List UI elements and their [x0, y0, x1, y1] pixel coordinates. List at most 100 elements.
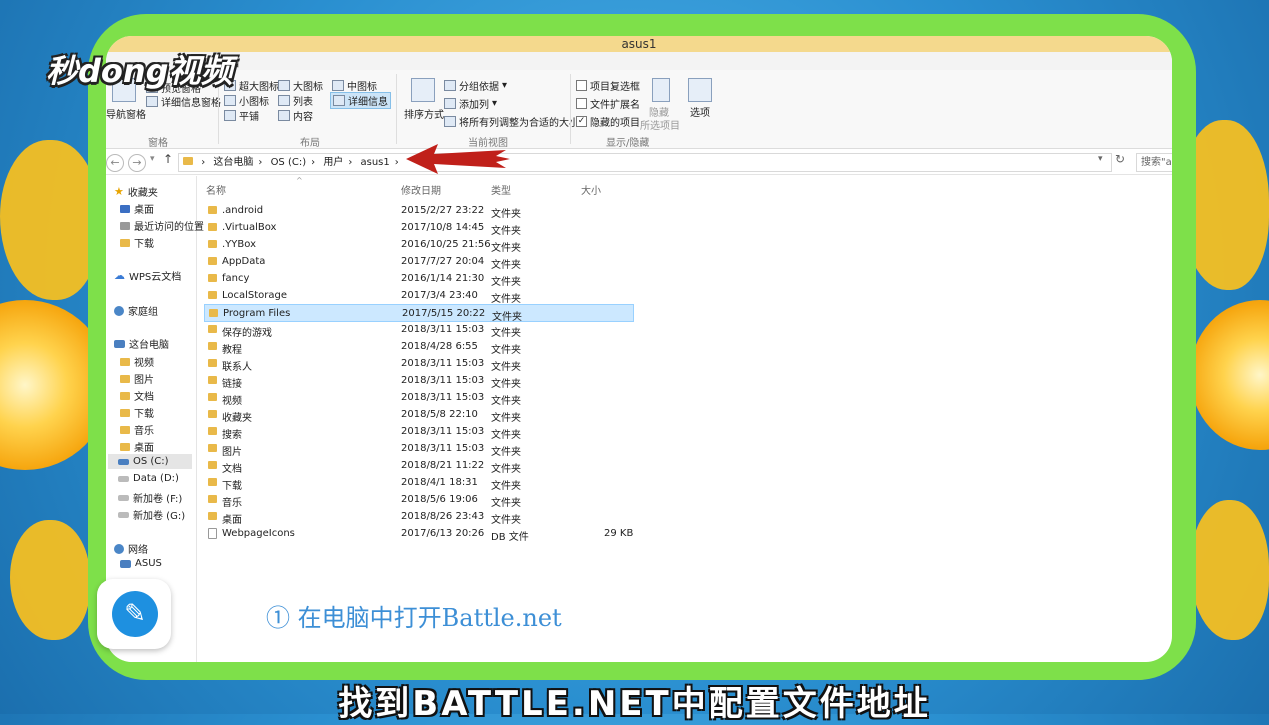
size-all-columns-button[interactable]: 将所有列调整为合适的大小 — [444, 114, 579, 129]
file-extensions-toggle[interactable]: 文件扩展名 — [576, 96, 640, 111]
table-row[interactable]: 音乐 2018/5/6 19:06 文件夹 — [204, 491, 632, 509]
cell-type: 文件夹 — [491, 226, 521, 237]
refresh-icon[interactable]: ↻ — [1115, 152, 1125, 166]
table-row[interactable]: Program Files 2017/5/15 20:22 文件夹 — [204, 304, 634, 323]
nav-pc-documents[interactable]: 文档 — [120, 388, 154, 403]
table-row[interactable]: .android 2015/2/27 23:22 文件夹 — [204, 202, 632, 220]
cell-date: 2018/5/8 22:10 — [401, 409, 478, 420]
orange-slice-right — [1190, 300, 1269, 450]
sort-by-icon[interactable] — [411, 78, 435, 102]
table-row[interactable]: .VirtualBox 2017/10/8 14:45 文件夹 — [204, 219, 632, 237]
juice-splash-bottom-right — [1190, 500, 1269, 640]
table-row[interactable]: 链接 2018/3/11 15:03 文件夹 — [204, 372, 632, 390]
details-pane-button[interactable]: 详细信息窗格 — [146, 94, 221, 109]
small-icons-icon — [224, 95, 236, 106]
downloads-icon — [120, 238, 130, 247]
nav-network-asus[interactable]: ASUS — [120, 558, 162, 569]
downloads-icon — [120, 408, 130, 417]
nav-fav-recent[interactable]: 最近访问的位置 — [120, 218, 204, 233]
edit-badge: ✎ — [97, 579, 171, 649]
table-row[interactable]: 搜索 2018/3/11 15:03 文件夹 — [204, 423, 632, 441]
cell-type: 文件夹 — [491, 481, 521, 492]
folder-icon — [208, 206, 217, 214]
nav-drive-g[interactable]: 新加卷 (G:) — [118, 507, 185, 522]
column-type[interactable]: 类型 — [491, 182, 511, 197]
cell-size: 29 KB — [604, 528, 634, 539]
column-name[interactable]: 名称 — [206, 182, 226, 197]
cell-type: 文件夹 — [491, 464, 521, 475]
nav-drive-c[interactable]: OS (C:) — [108, 454, 192, 469]
cell-date: 2016/1/14 21:30 — [401, 273, 485, 284]
search-input[interactable]: 搜索"as — [1136, 153, 1172, 172]
crumb-drive[interactable]: OS (C:) — [271, 157, 307, 168]
recent-dropdown-icon[interactable]: ▾ — [150, 154, 155, 164]
column-date[interactable]: 修改日期 — [401, 182, 441, 197]
options-button[interactable]: 选项 — [690, 104, 710, 119]
navigation-pane-button[interactable]: 导航窗格 — [106, 106, 146, 121]
nav-favorites[interactable]: ★ 收藏夹 — [114, 184, 158, 199]
options-icon[interactable] — [688, 78, 712, 102]
cell-type: 文件夹 — [491, 209, 521, 220]
hide-selected-label[interactable]: 所选项目 — [640, 117, 680, 132]
back-button[interactable]: ← — [106, 154, 124, 172]
nav-pc-downloads[interactable]: 下载 — [120, 405, 154, 420]
nav-wps-cloud[interactable]: ☁ WPS云文档 — [114, 268, 181, 283]
crumb-asus1[interactable]: asus1 — [361, 157, 390, 168]
nav-pc-desktop[interactable]: 桌面 — [120, 439, 154, 454]
group-by-button[interactable]: 分组依据 ▾ — [444, 78, 507, 93]
table-row[interactable]: 视频 2018/3/11 15:03 文件夹 — [204, 389, 632, 407]
nav-pc-videos[interactable]: 视频 — [120, 354, 154, 369]
table-row[interactable]: 图片 2018/3/11 15:03 文件夹 — [204, 440, 632, 458]
table-row[interactable]: AppData 2017/7/27 20:04 文件夹 — [204, 253, 632, 271]
folder-icon — [208, 325, 217, 333]
layout-medium-icons[interactable]: 中图标 — [332, 78, 377, 93]
nav-drive-d[interactable]: Data (D:) — [118, 473, 179, 484]
cell-date: 2018/4/1 18:31 — [401, 477, 478, 488]
layout-small-icons[interactable]: 小图标 — [224, 93, 269, 108]
pictures-icon — [120, 374, 130, 383]
forward-button[interactable]: → — [128, 154, 146, 172]
address-bar[interactable]: › 这台电脑 › OS (C:) › 用户 › asus1 › — [178, 153, 1112, 172]
nav-fav-downloads[interactable]: 下载 — [120, 235, 154, 250]
hide-selected-icon[interactable] — [652, 78, 670, 102]
nav-thispc[interactable]: 这台电脑 — [114, 336, 169, 351]
cell-name: 搜索 — [222, 430, 242, 441]
layout-content[interactable]: 内容 — [278, 108, 313, 123]
column-size[interactable]: 大小 — [581, 182, 601, 197]
table-row[interactable]: 桌面 2018/8/26 23:43 文件夹 — [204, 508, 632, 526]
nav-pc-music[interactable]: 音乐 — [120, 422, 154, 437]
cell-name: 链接 — [222, 379, 242, 390]
table-row[interactable]: 文档 2018/8/21 11:22 文件夹 — [204, 457, 632, 475]
table-row[interactable]: 收藏夹 2018/5/8 22:10 文件夹 — [204, 406, 632, 424]
item-checkboxes-toggle[interactable]: 项目复选框 — [576, 78, 640, 93]
drive-icon — [118, 511, 129, 518]
table-row[interactable]: LocalStorage 2017/3/4 23:40 文件夹 — [204, 287, 632, 305]
up-arrow-icon[interactable]: ↑ — [163, 152, 173, 166]
layout-tiles[interactable]: 平铺 — [224, 108, 259, 123]
nav-homegroup[interactable]: 家庭组 — [114, 303, 158, 318]
layout-large-icons[interactable]: 大图标 — [278, 78, 323, 93]
table-row[interactable]: 保存的游戏 2018/3/11 15:03 文件夹 — [204, 321, 632, 339]
checkbox-checked-icon: ✓ — [576, 116, 587, 127]
address-dropdown-icon[interactable]: ▾ — [1098, 154, 1103, 164]
table-row[interactable]: 联系人 2018/3/11 15:03 文件夹 — [204, 355, 632, 373]
add-columns-button[interactable]: 添加列 ▾ — [444, 96, 497, 111]
cell-date: 2017/7/27 20:04 — [401, 256, 485, 267]
table-row[interactable]: .YYBox 2016/10/25 21:56 文件夹 — [204, 236, 632, 254]
table-row[interactable]: 教程 2018/4/28 6:55 文件夹 — [204, 338, 632, 356]
hidden-items-toggle[interactable]: ✓ 隐藏的项目 — [576, 114, 640, 129]
sort-by-button[interactable]: 排序方式 — [404, 106, 444, 121]
details-pane-icon — [146, 96, 158, 107]
nav-pc-pictures[interactable]: 图片 — [120, 371, 154, 386]
crumb-users[interactable]: 用户 — [323, 157, 343, 168]
nav-drive-f[interactable]: 新加卷 (F:) — [118, 490, 182, 505]
nav-fav-desktop[interactable]: 桌面 — [120, 201, 154, 216]
table-row[interactable]: fancy 2016/1/14 21:30 文件夹 — [204, 270, 632, 288]
layout-details[interactable]: 详细信息 — [330, 92, 391, 109]
table-row[interactable]: WebpageIcons 2017/6/13 20:26 DB 文件 29 KB — [204, 525, 634, 543]
table-row[interactable]: 下载 2018/4/1 18:31 文件夹 — [204, 474, 632, 492]
layout-list[interactable]: 列表 — [278, 93, 313, 108]
cell-type: 文件夹 — [491, 277, 521, 288]
nav-network[interactable]: 网络 — [114, 541, 148, 556]
crumb-thispc[interactable]: 这台电脑 — [213, 157, 253, 168]
